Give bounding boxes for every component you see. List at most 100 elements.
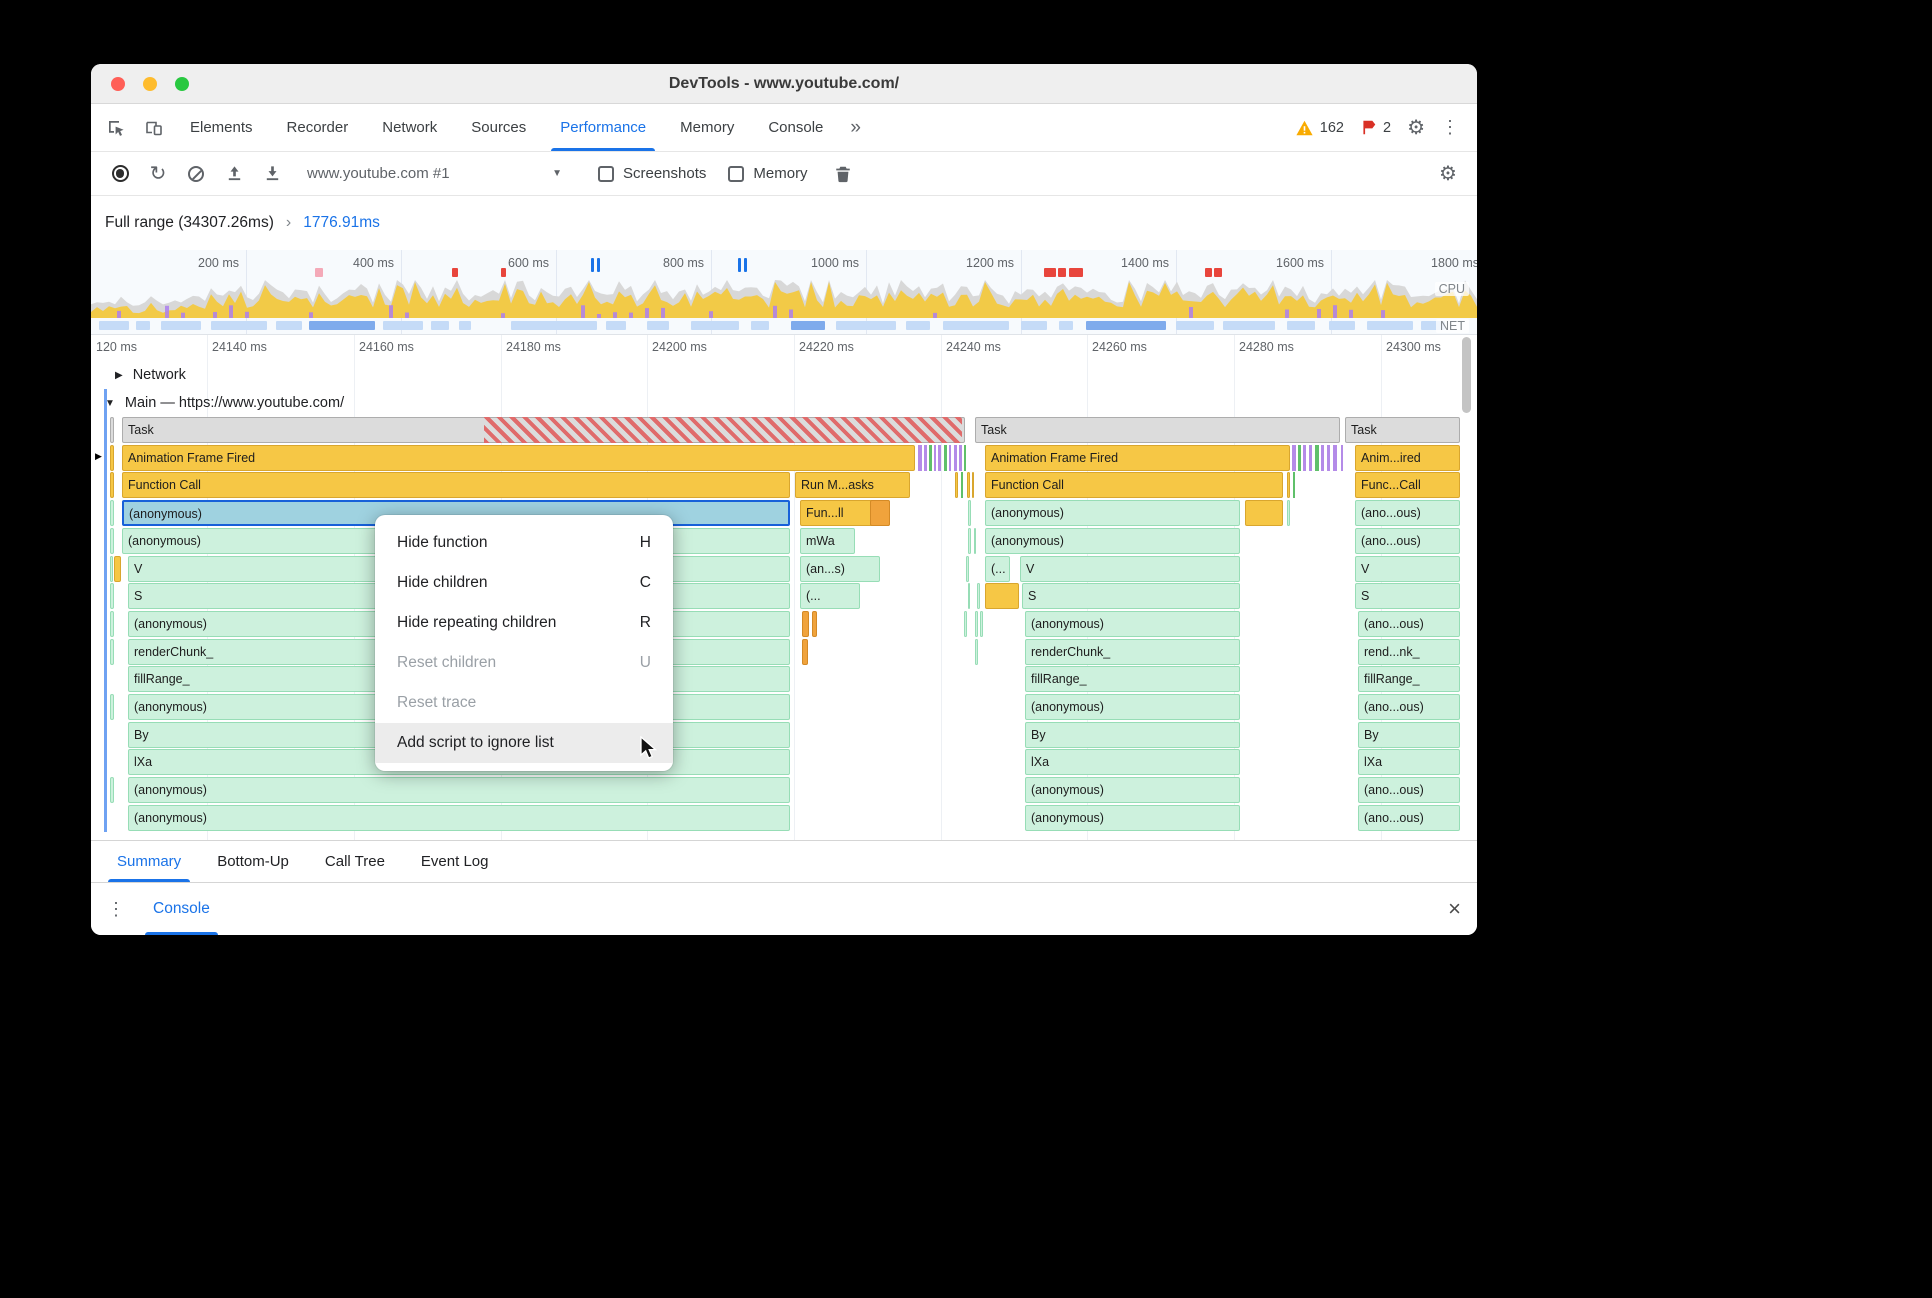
flame-bar[interactable]: Animation Frame Fired bbox=[985, 444, 1290, 471]
flame-sliver[interactable] bbox=[870, 500, 890, 527]
flame-bar[interactable]: (... bbox=[800, 583, 860, 610]
flame-sliver[interactable] bbox=[812, 610, 817, 637]
settings-gear-icon[interactable]: ⚙ bbox=[1407, 115, 1425, 140]
tab-console[interactable]: Console bbox=[751, 104, 840, 151]
issues-badge[interactable]: 2 bbox=[1360, 119, 1391, 136]
flame-bar[interactable]: Function Call bbox=[122, 472, 790, 499]
flame-sliver[interactable] bbox=[974, 527, 976, 554]
context-menu-item-add-script-to-ignore-list[interactable]: Add script to ignore list bbox=[375, 723, 673, 763]
flame-sliver[interactable] bbox=[954, 444, 957, 471]
flame-bar[interactable]: (anonymous) bbox=[1025, 610, 1240, 637]
flame-sliver[interactable] bbox=[929, 444, 932, 471]
flame-bar[interactable]: Function Call bbox=[985, 472, 1283, 499]
flame-bar[interactable]: (ano...ous) bbox=[1358, 804, 1460, 831]
flame-sliver[interactable] bbox=[977, 583, 980, 610]
flame-sliver[interactable] bbox=[944, 444, 947, 471]
flame-sliver[interactable] bbox=[918, 444, 922, 471]
timeline-overview[interactable]: 200 ms 400 ms 600 ms 800 ms 1000 ms 1200 ms 14… bbox=[91, 250, 1477, 335]
flame-sliver[interactable] bbox=[110, 444, 114, 471]
flame-bar[interactable]: Anim...ired bbox=[1355, 444, 1460, 471]
flame-bar[interactable]: V bbox=[1020, 555, 1240, 582]
overview-range-handle-left[interactable] bbox=[591, 258, 600, 272]
flame-bar[interactable]: By bbox=[1358, 721, 1460, 748]
flame-sliver[interactable] bbox=[1287, 472, 1290, 499]
flame-sliver[interactable] bbox=[949, 444, 951, 471]
tab-summary[interactable]: Summary bbox=[104, 841, 194, 882]
flame-sliver[interactable] bbox=[110, 527, 114, 554]
garbage-collect-icon[interactable] bbox=[826, 158, 860, 190]
tab-elements[interactable]: Elements bbox=[173, 104, 270, 151]
flame-bar[interactable]: (anonymous) bbox=[985, 500, 1240, 527]
flame-sliver[interactable] bbox=[1303, 444, 1306, 471]
flame-sliver[interactable] bbox=[1298, 444, 1301, 471]
flame-bar[interactable]: rend...nk_ bbox=[1358, 638, 1460, 665]
flame-sliver[interactable] bbox=[1309, 444, 1312, 471]
flame-bar[interactable]: (anonymous) bbox=[128, 804, 790, 831]
flame-bar[interactable]: Task bbox=[1345, 417, 1460, 443]
flame-bar[interactable]: fillRange_ bbox=[1025, 666, 1240, 693]
flame-bar[interactable]: (an...s) bbox=[800, 555, 880, 582]
full-range-label[interactable]: Full range (34307.26ms) bbox=[105, 214, 274, 232]
flame-bar[interactable]: (ano...ous) bbox=[1355, 500, 1460, 527]
flame-sliver[interactable] bbox=[1293, 472, 1295, 499]
flame-sliver[interactable] bbox=[1321, 444, 1324, 471]
flame-sliver[interactable] bbox=[985, 583, 1019, 610]
flame-bar[interactable]: S bbox=[1022, 583, 1240, 610]
flame-sliver[interactable] bbox=[1315, 444, 1319, 471]
tab-recorder[interactable]: Recorder bbox=[270, 104, 366, 151]
flame-bar[interactable]: mWa bbox=[800, 527, 855, 554]
flame-bar[interactable]: Func...Call bbox=[1355, 472, 1460, 499]
flame-bar[interactable]: lXa bbox=[1358, 749, 1460, 776]
flame-sliver[interactable] bbox=[110, 555, 113, 582]
flame-sliver[interactable] bbox=[975, 638, 978, 665]
drawer-tab-console[interactable]: Console bbox=[145, 883, 218, 935]
flame-bar[interactable]: Task bbox=[975, 417, 1340, 443]
flame-sliver[interactable] bbox=[967, 472, 970, 499]
flame-sliver[interactable] bbox=[964, 610, 967, 637]
flame-sliver[interactable] bbox=[484, 417, 962, 443]
flame-bar[interactable]: (ano...ous) bbox=[1358, 610, 1460, 637]
record-button[interactable] bbox=[103, 158, 137, 190]
history-select[interactable]: www.youtube.com #1 ▼ bbox=[307, 165, 562, 182]
flame-sliver[interactable] bbox=[964, 444, 966, 471]
tab-event-log[interactable]: Event Log bbox=[408, 841, 502, 882]
flame-sliver[interactable] bbox=[980, 610, 983, 637]
selected-range-label[interactable]: 1776.91ms bbox=[303, 214, 380, 232]
flame-bar[interactable]: renderChunk_ bbox=[1025, 638, 1240, 665]
tab-memory[interactable]: Memory bbox=[663, 104, 751, 151]
more-options-icon[interactable]: ⋮ bbox=[1441, 117, 1459, 138]
flame-sliver[interactable] bbox=[955, 472, 958, 499]
flame-sliver[interactable] bbox=[1341, 444, 1343, 471]
flame-sliver[interactable] bbox=[1245, 500, 1283, 527]
flame-bar[interactable]: fillRange_ bbox=[1358, 666, 1460, 693]
tab-bottom-up[interactable]: Bottom-Up bbox=[204, 841, 302, 882]
flame-sliver[interactable] bbox=[972, 472, 974, 499]
flame-bar[interactable]: lXa bbox=[1025, 749, 1240, 776]
tab-network[interactable]: Network bbox=[365, 104, 454, 151]
flame-sliver[interactable] bbox=[1333, 444, 1337, 471]
flame-bar[interactable]: By bbox=[1025, 721, 1240, 748]
flame-sliver[interactable] bbox=[110, 694, 114, 720]
flame-bar[interactable]: (ano...ous) bbox=[1355, 527, 1460, 554]
flame-sliver[interactable] bbox=[802, 638, 808, 665]
flame-sliver[interactable] bbox=[959, 444, 962, 471]
more-tabs-icon[interactable]: » bbox=[840, 104, 871, 151]
flame-bar[interactable]: (ano...ous) bbox=[1358, 694, 1460, 720]
flame-sliver[interactable] bbox=[968, 500, 971, 527]
context-menu-item-hide-children[interactable]: Hide children C bbox=[375, 563, 673, 603]
close-drawer-icon[interactable]: × bbox=[1448, 898, 1461, 920]
flame-sliver[interactable] bbox=[110, 472, 114, 499]
flame-bar[interactable]: (anonymous) bbox=[1025, 804, 1240, 831]
context-menu-item-hide-function[interactable]: Hide function H bbox=[375, 523, 673, 563]
flame-sliver[interactable] bbox=[1292, 444, 1296, 471]
download-profile-icon[interactable] bbox=[255, 158, 289, 190]
flame-bar[interactable]: V bbox=[1355, 555, 1460, 582]
flame-bar[interactable]: S bbox=[1355, 583, 1460, 610]
flame-sliver[interactable] bbox=[968, 527, 971, 554]
flame-sliver[interactable] bbox=[968, 583, 970, 610]
track-main[interactable]: ▼ Main — https://www.youtube.com/ bbox=[91, 389, 1477, 417]
reload-and-record-icon[interactable]: ↻ bbox=[141, 158, 175, 190]
flame-bar[interactable]: Animation Frame Fired bbox=[122, 444, 915, 471]
tab-call-tree[interactable]: Call Tree bbox=[312, 841, 398, 882]
flame-sliver[interactable] bbox=[110, 583, 114, 610]
